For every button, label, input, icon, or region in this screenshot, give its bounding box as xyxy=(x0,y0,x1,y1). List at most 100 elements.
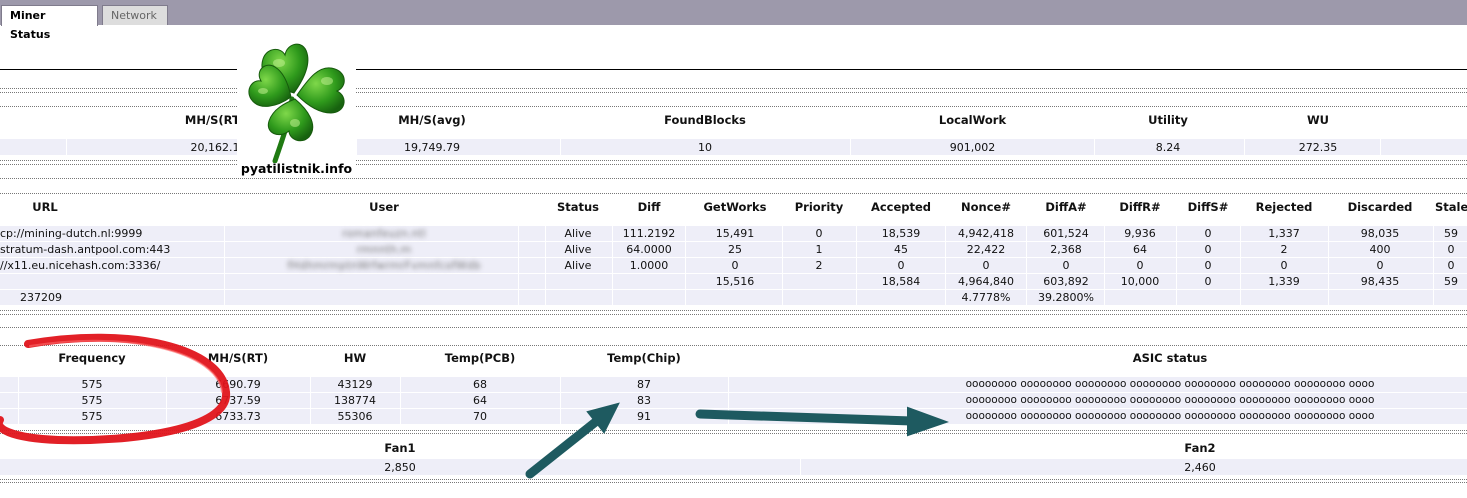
summary-header: Utility xyxy=(1148,113,1188,127)
chains-header: Temp(Chip) xyxy=(607,351,681,365)
pools-header: Accepted xyxy=(870,200,932,214)
cell-divider xyxy=(850,139,851,155)
table-cell: 0 xyxy=(1062,259,1070,272)
divider xyxy=(0,310,1467,311)
table-cell: Alive xyxy=(564,259,592,272)
table-cell: 1,339 xyxy=(1268,275,1300,288)
divider xyxy=(0,327,1467,328)
table-cell: 91 xyxy=(637,410,651,423)
cell-divider xyxy=(18,377,19,425)
pools-header: User xyxy=(369,200,399,214)
cell-divider xyxy=(728,377,729,425)
summary-value: 8.24 xyxy=(1155,141,1181,154)
fan-value: 2,460 xyxy=(1184,461,1216,474)
table-cell: 98,435 xyxy=(1360,275,1400,288)
table-cell: 2 xyxy=(815,259,823,272)
summary-value: 272.35 xyxy=(1298,141,1338,154)
pools-header: Nonce# xyxy=(961,200,1011,214)
summary-header: WU xyxy=(1306,113,1330,127)
pool-url: cp://mining-dutch.nl:9999 xyxy=(0,227,143,240)
table-cell: 4.7778% xyxy=(961,291,1011,304)
summary-value: 10 xyxy=(698,141,712,154)
tab-miner-status[interactable]: Miner Status xyxy=(1,5,98,41)
table-cell: 98,035 xyxy=(1360,227,1400,240)
table-cell: 0 xyxy=(897,259,905,272)
four-leaf-clover-icon xyxy=(248,43,345,164)
cell-divider xyxy=(545,226,546,306)
cell-divider xyxy=(1380,139,1381,155)
header-divider xyxy=(0,69,1467,70)
table-cell: 87 xyxy=(637,378,651,391)
table-cell: 603,892 xyxy=(1043,275,1089,288)
table-cell: 59 xyxy=(1444,227,1458,240)
chains-header: Temp(PCB) xyxy=(444,351,516,365)
pools-header: Status xyxy=(556,200,600,214)
cell-divider xyxy=(66,139,67,155)
fans-header: Fan2 xyxy=(1184,441,1216,455)
table-cell: 0 xyxy=(1280,259,1288,272)
table-cell: 0 xyxy=(1204,243,1212,256)
pool-url: 237209 xyxy=(20,291,62,304)
table-cell: 22,422 xyxy=(966,243,1006,256)
cell-divider xyxy=(800,459,801,475)
table-cell: 575 xyxy=(81,410,103,423)
table-cell: 0 xyxy=(982,259,990,272)
tab-network[interactable]: Network xyxy=(102,5,168,25)
table-cell: 55306 xyxy=(337,410,373,423)
divider xyxy=(0,106,1467,107)
table-cell: 6733.73 xyxy=(215,410,261,423)
table-cell: 43129 xyxy=(337,378,373,391)
logo: pyatilistnik.info xyxy=(237,33,356,178)
table-cell: 68 xyxy=(473,378,487,391)
chains-header: MH/S(RT) xyxy=(207,351,269,365)
table-cell: 601,524 xyxy=(1043,227,1089,240)
cell-divider xyxy=(612,226,613,306)
pools-header: Diff xyxy=(637,200,661,214)
table-cell: 575 xyxy=(81,394,103,407)
cell-divider xyxy=(1240,226,1241,306)
chains-header: ASIC status xyxy=(1132,351,1208,365)
divider xyxy=(0,160,1467,161)
fans-header: Fan1 xyxy=(384,441,416,455)
cell-divider xyxy=(166,377,167,425)
cell-divider xyxy=(782,226,783,306)
table-cell: 0 xyxy=(1204,227,1212,240)
table-cell: Alive xyxy=(564,243,592,256)
table-cell: 0 xyxy=(1204,275,1212,288)
divider xyxy=(0,430,1467,431)
tab-bar: Miner Status Network xyxy=(0,0,1467,41)
cell-divider xyxy=(1244,139,1245,155)
table-cell: 2,368 xyxy=(1050,243,1082,256)
table-cell: 9,936 xyxy=(1124,227,1156,240)
cell-divider xyxy=(1104,226,1105,306)
cell-divider xyxy=(685,226,686,306)
table-cell: 59 xyxy=(1444,275,1458,288)
table-cell: 111.2192 xyxy=(622,227,676,240)
table-cell: 70 xyxy=(473,410,487,423)
cell-divider xyxy=(1026,226,1027,306)
summary-value: 19,749.79 xyxy=(404,141,460,154)
divider xyxy=(0,88,1467,89)
table-cell: 0 xyxy=(1204,259,1212,272)
table-cell: 0 xyxy=(1376,259,1384,272)
divider xyxy=(0,479,1467,480)
table-cell: 0 xyxy=(815,227,823,240)
pools-header: URL xyxy=(32,200,58,214)
divider xyxy=(0,193,1467,194)
cell-divider xyxy=(1094,139,1095,155)
divider xyxy=(0,178,1467,179)
table-cell: 575 xyxy=(81,378,103,391)
pools-header: GetWorks xyxy=(703,200,767,214)
divider xyxy=(0,314,1467,315)
divider xyxy=(0,345,1467,346)
table-cell: 1.0000 xyxy=(629,259,669,272)
pools-header: Rejected xyxy=(1255,200,1313,214)
cell-divider xyxy=(1433,226,1434,306)
table-cell: 138774 xyxy=(334,394,376,407)
table-cell: 64.0000 xyxy=(626,243,672,256)
summary-header: FoundBlocks xyxy=(664,113,746,127)
asic-status: oooooooo oooooooo oooooooo oooooooo oooo… xyxy=(965,410,1375,422)
cell-divider xyxy=(1328,226,1329,306)
table-cell: 64 xyxy=(473,394,487,407)
cell-divider xyxy=(1176,226,1177,306)
